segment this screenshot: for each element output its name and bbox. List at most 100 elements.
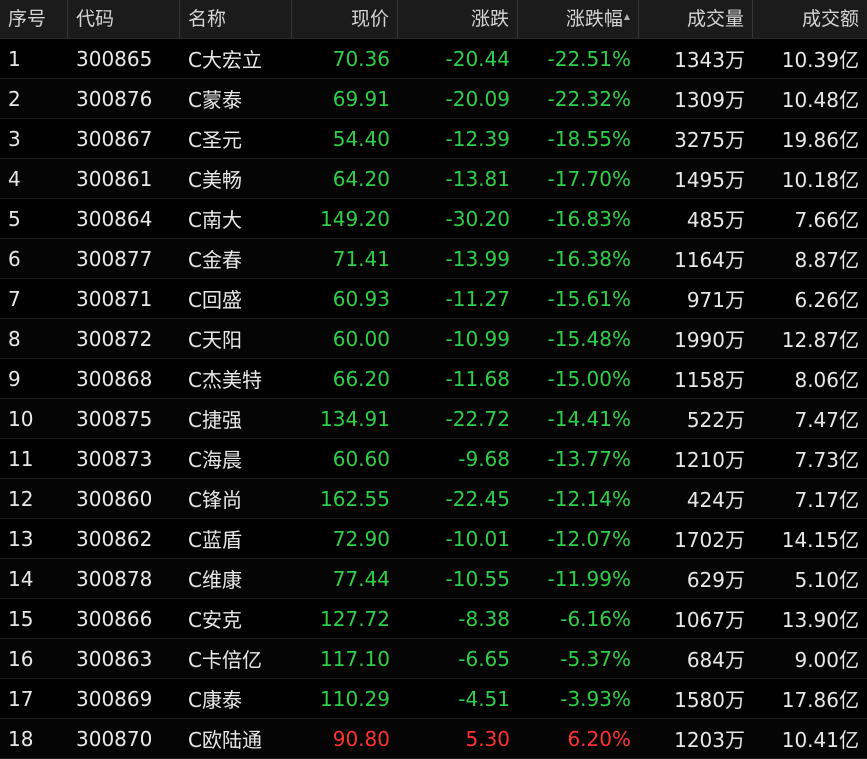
table-row[interactable]: 17 300869 C康泰 110.29 -4.51 -3.93% 1580万 17.86亿 [0,679,867,719]
cell-index: 10 [8,406,34,431]
table-row[interactable]: 1 300865 C大宏立 70.36 -20.44 -22.51% 1343万 10.39亿 [0,39,867,79]
cell-price: 69.91 [332,86,390,111]
cell-price: 162.55 [320,486,390,511]
cell-index: 2 [8,86,21,111]
cell-code: 300871 [76,286,153,311]
cell-code: 300862 [76,526,153,551]
cell-change: -22.45 [445,486,510,511]
table-header: 序号 代码 名称 现价 涨跌 涨跌幅▲ 成交量 成交额 [0,0,867,39]
cell-change: -12.39 [445,126,510,151]
cell-code: 300872 [76,326,153,351]
cell-name: C锋尚 [188,488,242,512]
cell-code: 300877 [76,246,153,271]
cell-change: -20.09 [445,86,510,111]
column-header-change-percent[interactable]: 涨跌幅▲ [518,0,639,38]
cell-index: 16 [8,646,34,671]
cell-name: C蒙泰 [188,88,242,112]
cell-code: 300867 [76,126,153,151]
table-row[interactable]: 11 300873 C海晨 60.60 -9.68 -13.77% 1210万 7.73亿 [0,439,867,479]
cell-change: -6.65 [458,646,510,671]
cell-price: 77.44 [332,566,390,591]
cell-turnover: 8.87亿 [794,248,859,272]
cell-turnover: 7.73亿 [794,448,859,472]
cell-index: 3 [8,126,21,151]
cell-turnover: 12.87亿 [781,328,859,352]
cell-turnover: 10.41亿 [781,728,859,752]
table-row[interactable]: 13 300862 C蓝盾 72.90 -10.01 -12.07% 1702万 14.15亿 [0,519,867,559]
cell-change: 5.30 [465,726,510,751]
column-header-turnover[interactable]: 成交额 [753,0,867,38]
column-header-name[interactable]: 名称 [180,0,292,38]
table-row[interactable]: 8 300872 C天阳 60.00 -10.99 -15.48% 1990万 12.87亿 [0,319,867,359]
column-header-code[interactable]: 代码 [68,0,180,38]
cell-name: C金春 [188,248,242,272]
cell-index: 9 [8,366,21,391]
column-header-index[interactable]: 序号 [0,0,68,38]
cell-index: 18 [8,726,34,751]
cell-index: 5 [8,206,21,231]
cell-change-percent: -5.37% [560,646,631,671]
cell-change: -13.81 [445,166,510,191]
cell-volume: 971万 [686,288,745,312]
table-row[interactable]: 18 300870 C欧陆通 90.80 5.30 6.20% 1203万 10.41亿 [0,719,867,759]
cell-code: 300860 [76,486,153,511]
cell-code: 300870 [76,726,153,751]
cell-code: 300878 [76,566,153,591]
table-row[interactable]: 2 300876 C蒙泰 69.91 -20.09 -22.32% 1309万 10.48亿 [0,79,867,119]
cell-price: 149.20 [320,206,390,231]
cell-turnover: 10.18亿 [781,168,859,192]
table-row[interactable]: 16 300863 C卡倍亿 117.10 -6.65 -5.37% 684万 9.00亿 [0,639,867,679]
table-row[interactable]: 10 300875 C捷强 134.91 -22.72 -14.41% 522万 7.47亿 [0,399,867,439]
table-row[interactable]: 3 300867 C圣元 54.40 -12.39 -18.55% 3275万 19.86亿 [0,119,867,159]
table-row[interactable]: 6 300877 C金春 71.41 -13.99 -16.38% 1164万 8.87亿 [0,239,867,279]
cell-turnover: 7.47亿 [794,408,859,432]
cell-name: C安克 [188,608,242,632]
cell-volume: 629万 [686,568,745,592]
table-row[interactable]: 15 300866 C安克 127.72 -8.38 -6.16% 1067万 13.90亿 [0,599,867,639]
cell-price: 60.60 [332,446,390,471]
cell-volume: 1990万 [674,328,745,352]
cell-change: -10.99 [445,326,510,351]
cell-price: 71.41 [332,246,390,271]
table-row[interactable]: 5 300864 C南大 149.20 -30.20 -16.83% 485万 7.66亿 [0,199,867,239]
cell-volume: 1203万 [674,728,745,752]
cell-price: 60.93 [332,286,390,311]
cell-volume: 1158万 [674,368,745,392]
cell-volume: 1702万 [674,528,745,552]
sort-up-icon: ▲ [623,12,630,21]
cell-turnover: 9.00亿 [794,648,859,672]
cell-code: 300865 [76,46,153,71]
cell-code: 300863 [76,646,153,671]
cell-change-percent: -16.38% [547,246,631,271]
table-row[interactable]: 4 300861 C美畅 64.20 -13.81 -17.70% 1495万 10.18亿 [0,159,867,199]
cell-change-percent: -3.93% [560,686,631,711]
cell-name: C康泰 [188,688,242,712]
column-header-volume[interactable]: 成交量 [639,0,753,38]
cell-change: -9.68 [458,446,510,471]
cell-price: 70.36 [332,46,390,71]
cell-turnover: 6.26亿 [794,288,859,312]
cell-code: 300876 [76,86,153,111]
table-row[interactable]: 12 300860 C锋尚 162.55 -22.45 -12.14% 424万 7.17亿 [0,479,867,519]
cell-change-percent: -11.99% [547,566,631,591]
cell-change: -4.51 [458,686,510,711]
column-header-change-percent-label: 涨跌幅 [565,8,623,30]
table-row[interactable]: 14 300878 C维康 77.44 -10.55 -11.99% 629万 5.10亿 [0,559,867,599]
cell-index: 7 [8,286,21,311]
table-row[interactable]: 7 300871 C回盛 60.93 -11.27 -15.61% 971万 6.26亿 [0,279,867,319]
cell-index: 14 [8,566,34,591]
table-row[interactable]: 9 300868 C杰美特 66.20 -11.68 -15.00% 1158万 8.06亿 [0,359,867,399]
cell-change: -11.68 [445,366,510,391]
cell-volume: 1164万 [674,248,745,272]
cell-volume: 1495万 [674,168,745,192]
cell-index: 13 [8,526,34,551]
column-header-change[interactable]: 涨跌 [398,0,518,38]
cell-turnover: 19.86亿 [781,128,859,152]
cell-name: C圣元 [188,128,242,152]
cell-code: 300873 [76,446,153,471]
cell-index: 12 [8,486,34,511]
table-body: 1 300865 C大宏立 70.36 -20.44 -22.51% 1343万 10.39亿… [0,39,867,759]
cell-change-percent: -15.00% [547,366,631,391]
cell-name: C欧陆通 [188,728,262,752]
column-header-price[interactable]: 现价 [292,0,398,38]
